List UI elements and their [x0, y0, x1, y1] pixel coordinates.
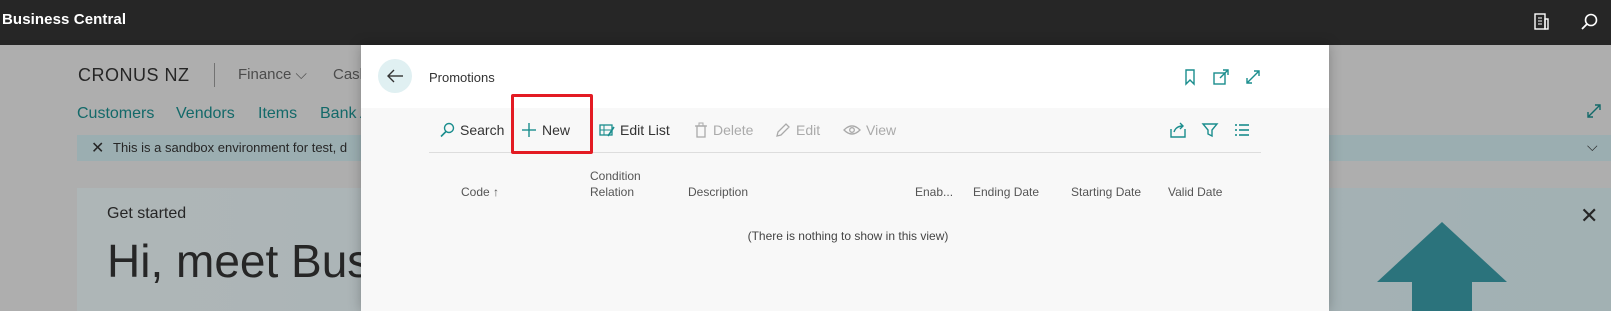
empty-list-message: (There is nothing to show in this view): [747, 229, 949, 243]
list-view-icon[interactable]: [1233, 121, 1251, 139]
pencil-icon: [776, 123, 790, 137]
app-title: Business Central: [2, 11, 127, 28]
view-button[interactable]: View: [843, 122, 896, 138]
column-header-starting-date[interactable]: Starting Date: [1071, 184, 1141, 200]
edit-list-button[interactable]: Edit List: [599, 122, 670, 138]
column-header-code[interactable]: Code ↑: [461, 184, 499, 200]
search-icon: [440, 122, 455, 138]
report-icon[interactable]: [1531, 12, 1551, 32]
expand-icon[interactable]: [1244, 68, 1262, 86]
column-header-enabled[interactable]: Enab...: [915, 184, 953, 200]
share-icon[interactable]: [1169, 121, 1187, 139]
open-new-window-icon[interactable]: [1212, 68, 1230, 86]
column-header-description[interactable]: Description: [688, 184, 748, 200]
filter-icon[interactable]: [1201, 121, 1219, 139]
arrow-left-icon: [387, 69, 403, 83]
delete-label: Delete: [713, 122, 754, 138]
column-header-valid-date[interactable]: Valid Date: [1168, 184, 1222, 200]
view-label: View: [866, 122, 897, 138]
search-action[interactable]: Search: [439, 122, 504, 138]
dialog-body: Search New Edit List Delete Edit View Co…: [361, 108, 1329, 311]
new-button-highlight: [511, 94, 593, 154]
search-icon[interactable]: [1579, 12, 1599, 32]
search-label: Search: [460, 122, 505, 138]
eye-icon: [843, 125, 861, 135]
column-header-condition-line2: Relation: [590, 185, 635, 199]
column-header-ending-date[interactable]: Ending Date: [973, 184, 1039, 200]
edit-label: Edit: [796, 122, 821, 138]
edit-button[interactable]: Edit: [775, 122, 820, 138]
bookmark-icon[interactable]: [1181, 68, 1199, 86]
column-header-condition-line1: Condition: [590, 169, 641, 183]
edit-list-icon: [599, 124, 615, 137]
trash-icon: [695, 122, 707, 138]
edit-list-label: Edit List: [620, 122, 670, 138]
top-bar: Business Central: [0, 0, 1611, 45]
page-title: Promotions: [429, 70, 495, 85]
back-button[interactable]: [378, 59, 412, 93]
column-header-condition-relation[interactable]: Condition Relation: [590, 168, 641, 200]
delete-button[interactable]: Delete: [694, 122, 753, 138]
promotions-dialog: Promotions Search New Edit List Delete E…: [361, 45, 1329, 311]
dialog-header: Promotions: [361, 45, 1329, 108]
